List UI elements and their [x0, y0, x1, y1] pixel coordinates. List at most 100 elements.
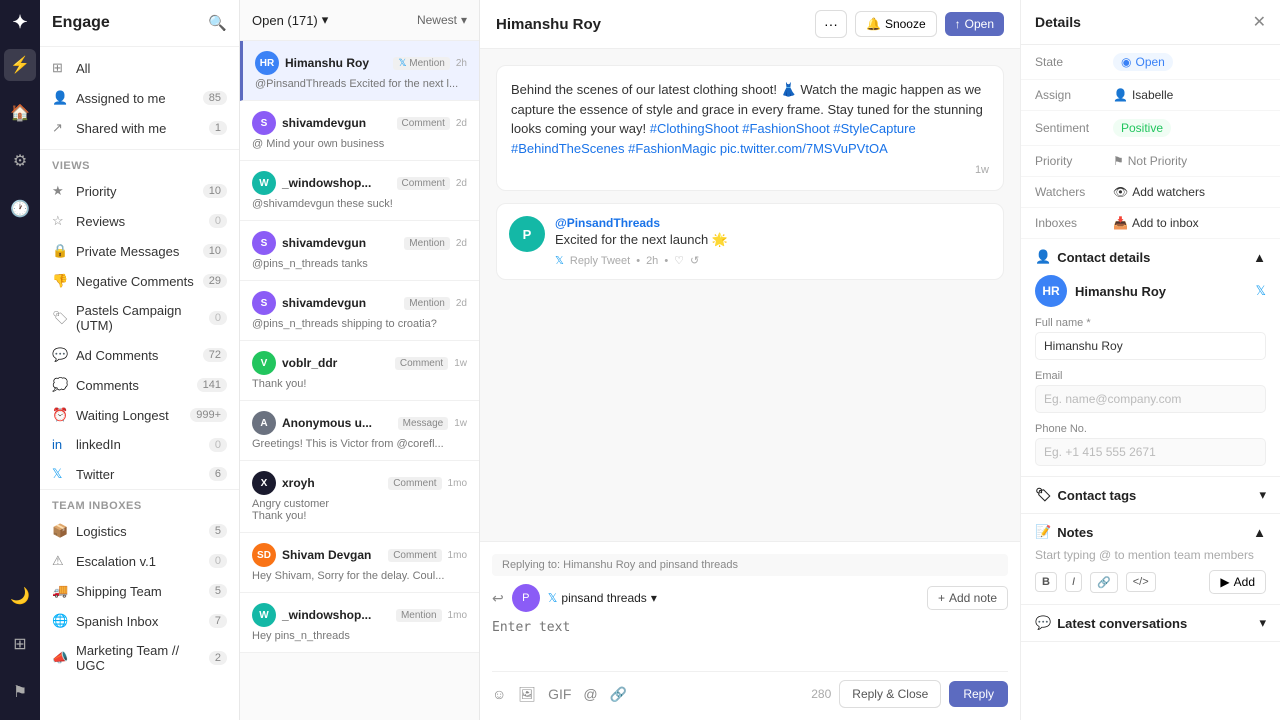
hashtag-style[interactable]: #StyleCapture — [833, 121, 915, 136]
sidebar-item-linkedin[interactable]: in linkedIn 0 — [40, 430, 239, 459]
nav-icon-clock[interactable]: 🕐 — [4, 193, 36, 225]
mention-toolbar-icon[interactable]: @ — [583, 686, 597, 703]
add-note-submit-button[interactable]: ▶ Add — [1209, 570, 1266, 594]
nav-icon-settings[interactable]: ⚙ — [7, 145, 33, 177]
conv-preview-1: @PinsandThreads Excited for the next l..… — [255, 78, 467, 90]
conv-type-8: Comment — [388, 477, 441, 490]
contact-tags-header[interactable]: 🏷 Contact tags ▾ — [1035, 487, 1266, 503]
sentiment-value[interactable]: Positive — [1113, 119, 1171, 137]
sidebar-item-spanish[interactable]: 🌐 Spanish Inbox 7 — [40, 606, 239, 636]
link-icon[interactable]: 🔗 — [610, 686, 627, 703]
sidebar-count-private: 10 — [203, 244, 227, 258]
conv-filter[interactable]: Open (171) ▾ — [252, 12, 328, 28]
sidebar-item-shipping[interactable]: 🚚 Shipping Team 5 — [40, 576, 239, 606]
nav-icon-flag[interactable]: ⚑ — [7, 676, 33, 708]
hashtag-fashion[interactable]: #FashionShoot — [742, 121, 829, 136]
reply-tweet-card: P @PinsandThreads Excited for the next l… — [496, 203, 1004, 280]
conv-item-9[interactable]: SD Shivam Devgan Comment 1mo Hey Shivam,… — [240, 533, 479, 593]
sidebar-item-marketing[interactable]: 📣 Marketing Team // UGC 2 — [40, 636, 239, 680]
conv-item-10[interactable]: W _windowshop... Mention 1mo Hey pins_n_… — [240, 593, 479, 653]
sidebar-item-priority[interactable]: ★ Priority 10 — [40, 176, 239, 206]
sidebar-count-spanish: 7 — [209, 614, 227, 628]
search-icon[interactable]: 🔍 — [208, 14, 227, 32]
sidebar-item-assigned[interactable]: 👤 Assigned to me 85 — [40, 83, 239, 113]
phone-value[interactable]: Eg. +1 415 555 2671 — [1035, 438, 1266, 466]
inboxes-label: Inboxes — [1035, 216, 1105, 230]
nav-icon-moon[interactable]: 🌙 — [4, 580, 36, 612]
conv-item-7[interactable]: A Anonymous u... Message 1w Greetings! T… — [240, 401, 479, 461]
email-value[interactable]: Eg. name@company.com — [1035, 385, 1266, 413]
twitter-meta-icon: 𝕏 — [555, 254, 564, 267]
conv-sort[interactable]: Newest ▾ — [417, 13, 467, 27]
sidebar-item-all[interactable]: ⊞ All — [40, 53, 239, 83]
conv-name-1: Himanshu Roy — [285, 56, 387, 70]
tweet-link[interactable]: pic.twitter.com/7MSVuPVtOA — [720, 141, 888, 156]
gif-icon[interactable]: GIF — [548, 686, 571, 703]
sidebar-item-shared[interactable]: ↗ Shared with me 1 — [40, 113, 239, 143]
conv-item-2[interactable]: S shivamdevgun Comment 2d @ Mind your ow… — [240, 101, 479, 161]
linkedin-icon: in — [52, 437, 68, 452]
more-options-button[interactable]: ··· — [815, 10, 847, 38]
inboxes-value[interactable]: 📥 Add to inbox — [1113, 216, 1199, 230]
sidebar-item-comments[interactable]: 💭 Comments 141 — [40, 370, 239, 400]
state-value[interactable]: ◉ Open — [1113, 53, 1173, 71]
sidebar-item-twitter[interactable]: 𝕏 Twitter 6 — [40, 459, 239, 489]
conv-item-3[interactable]: W _windowshop... Comment 2d @shivamdevgu… — [240, 161, 479, 221]
close-icon[interactable]: ✕ — [1253, 12, 1266, 32]
conv-item-8[interactable]: X xroyh Comment 1mo Angry customer Thank… — [240, 461, 479, 533]
reply-textarea[interactable] — [492, 620, 1008, 660]
avatar-shivam2: S — [252, 231, 276, 255]
nav-icon-home[interactable]: 🏠 — [4, 97, 36, 129]
watchers-value[interactable]: 👁 Add watchers — [1113, 185, 1205, 199]
conv-item-6[interactable]: V voblr_ddr Comment 1w Thank you! — [240, 341, 479, 401]
contact-section-header[interactable]: 👤 Contact details ▲ — [1035, 249, 1266, 265]
conv-item-4[interactable]: S shivamdevgun Mention 2d @pins_n_thread… — [240, 221, 479, 281]
conv-item-1[interactable]: HR Himanshu Roy 𝕏 Mention 2h @PinsandThr… — [240, 41, 479, 101]
sidebar-item-escalation[interactable]: ⚠ Escalation v.1 0 — [40, 546, 239, 576]
conv-item-2-header: S shivamdevgun Comment 2d — [252, 111, 467, 135]
assign-value[interactable]: 👤 Isabelle — [1113, 88, 1173, 102]
sidebar-item-reviews[interactable]: ☆ Reviews 0 — [40, 206, 239, 236]
image-icon[interactable]: 🖼 — [518, 686, 536, 703]
undo-icon[interactable]: ↩ — [492, 590, 504, 607]
contact-name: Himanshu Roy — [1075, 284, 1166, 299]
reply-close-button[interactable]: Reply & Close — [839, 680, 941, 708]
hashtag-behind[interactable]: #BehindTheScenes — [511, 141, 624, 156]
full-name-value[interactable]: Himanshu Roy — [1035, 332, 1266, 360]
nav-icon-engage[interactable]: ⚡ — [4, 49, 36, 81]
add-note-button[interactable]: + Add note — [927, 586, 1008, 610]
tweet-time: 1w — [511, 164, 989, 176]
reply-box-account[interactable]: 𝕏 pinsand threads ▾ — [548, 591, 657, 605]
conv-preview-10: Hey pins_n_threads — [252, 630, 467, 642]
reply-user[interactable]: @PinsandThreads — [555, 216, 991, 230]
twitter-icon: 𝕏 — [52, 466, 68, 482]
reply-button[interactable]: Reply — [949, 681, 1008, 707]
state-field: State ◉ Open — [1021, 45, 1280, 80]
code-button[interactable]: </> — [1126, 572, 1156, 592]
sidebar-item-pastels[interactable]: 🏷 Pastels Campaign (UTM) 0 — [40, 296, 239, 340]
priority-value[interactable]: ⚑ Not Priority — [1113, 154, 1187, 168]
conv-name-2: shivamdevgun — [282, 116, 391, 130]
sidebar-item-logistics[interactable]: 📦 Logistics 5 — [40, 516, 239, 546]
sidebar-item-private[interactable]: 🔒 Private Messages 10 — [40, 236, 239, 266]
sidebar-count-shipping: 5 — [209, 584, 227, 598]
truck-icon: 🚚 — [52, 583, 68, 599]
hashtag-clothing[interactable]: #ClothingShoot — [650, 121, 739, 136]
sidebar-item-waiting[interactable]: ⏰ Waiting Longest 999+ — [40, 400, 239, 430]
latest-conv-header[interactable]: 💬 Latest conversations ▾ — [1035, 615, 1266, 631]
italic-button[interactable]: I — [1065, 572, 1082, 592]
sidebar-item-negative[interactable]: 👎 Negative Comments 29 — [40, 266, 239, 296]
open-button[interactable]: ↑ Open — [945, 12, 1004, 36]
hashtag-magic[interactable]: #FashionMagic — [628, 141, 716, 156]
emoji-icon[interactable]: ☺ — [492, 686, 506, 703]
snooze-button[interactable]: 🔔 Snooze — [855, 11, 937, 37]
notes-header[interactable]: 📝 Notes ▲ — [1035, 524, 1266, 540]
nav-icon-grid[interactable]: ⊞ — [7, 628, 32, 660]
bold-button[interactable]: B — [1035, 572, 1057, 592]
conv-type-9: Comment — [388, 549, 441, 562]
sidebar-item-ad-comments[interactable]: 💬 Ad Comments 72 — [40, 340, 239, 370]
link-format-button[interactable]: 🔗 — [1090, 572, 1118, 593]
conv-time-5: 2d — [456, 298, 467, 309]
conv-preview-8b: Thank you! — [252, 510, 467, 522]
conv-item-5[interactable]: S shivamdevgun Mention 2d @pins_n_thread… — [240, 281, 479, 341]
